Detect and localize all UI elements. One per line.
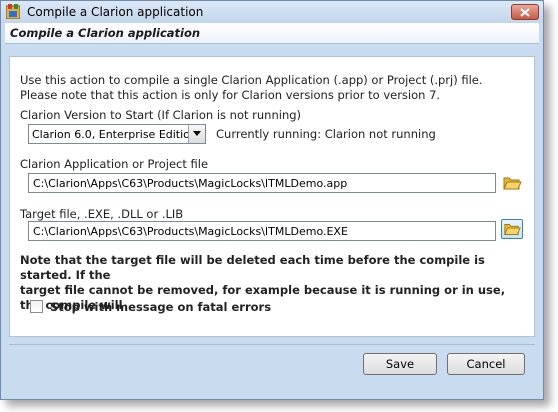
target-file-browse-button[interactable] <box>501 219 523 239</box>
running-status: Currently running: Clarion not running <box>216 127 436 141</box>
dialog-heading: Compile a Clarion application <box>10 26 201 40</box>
close-icon <box>520 8 530 17</box>
app-file-value: C:\Clarion\Apps\C63\Products\MagicLocks\… <box>33 177 348 190</box>
app-file-label: Clarion Application or Project file <box>20 157 209 171</box>
chevron-down-icon <box>193 131 201 136</box>
close-button[interactable] <box>511 4 539 20</box>
content-panel: Use this action to compile a single Clar… <box>9 56 535 337</box>
target-file-label: Target file, .EXE, .DLL or .LIB <box>20 207 184 221</box>
dropdown-button[interactable] <box>188 125 205 143</box>
cancel-button[interactable]: Cancel <box>447 353 525 375</box>
save-button[interactable]: Save <box>363 353 437 375</box>
folder-icon <box>503 177 522 190</box>
dialog-header: Compile a Clarion application <box>5 23 539 44</box>
stop-on-error-checkbox[interactable] <box>30 300 43 313</box>
title-bar: Compile a Clarion application <box>1 1 543 23</box>
stop-on-error-label[interactable]: Stop with message on fatal errors <box>50 300 271 314</box>
window-title: Compile a Clarion application <box>27 5 204 19</box>
target-file-input[interactable]: C:\Clarion\Apps\C63\Products\MagicLocks\… <box>28 221 496 241</box>
footer-divider <box>9 344 535 345</box>
description-text: Use this action to compile a single Clar… <box>20 73 483 102</box>
folder-icon <box>504 224 521 235</box>
clarion-version-value: Clarion 6.0, Enterprise Edition <box>32 128 197 141</box>
dialog-window: Compile a Clarion application Compile a … <box>0 0 544 400</box>
app-file-input[interactable]: C:\Clarion\Apps\C63\Products\MagicLocks\… <box>28 173 496 193</box>
clarion-version-select[interactable]: Clarion 6.0, Enterprise Edition <box>28 124 206 144</box>
version-label: Clarion Version to Start (If Clarion is … <box>20 108 302 122</box>
app-file-browse-button[interactable] <box>501 173 523 193</box>
target-file-value: C:\Clarion\Apps\C63\Products\MagicLocks\… <box>33 225 348 238</box>
app-icon <box>5 4 21 20</box>
